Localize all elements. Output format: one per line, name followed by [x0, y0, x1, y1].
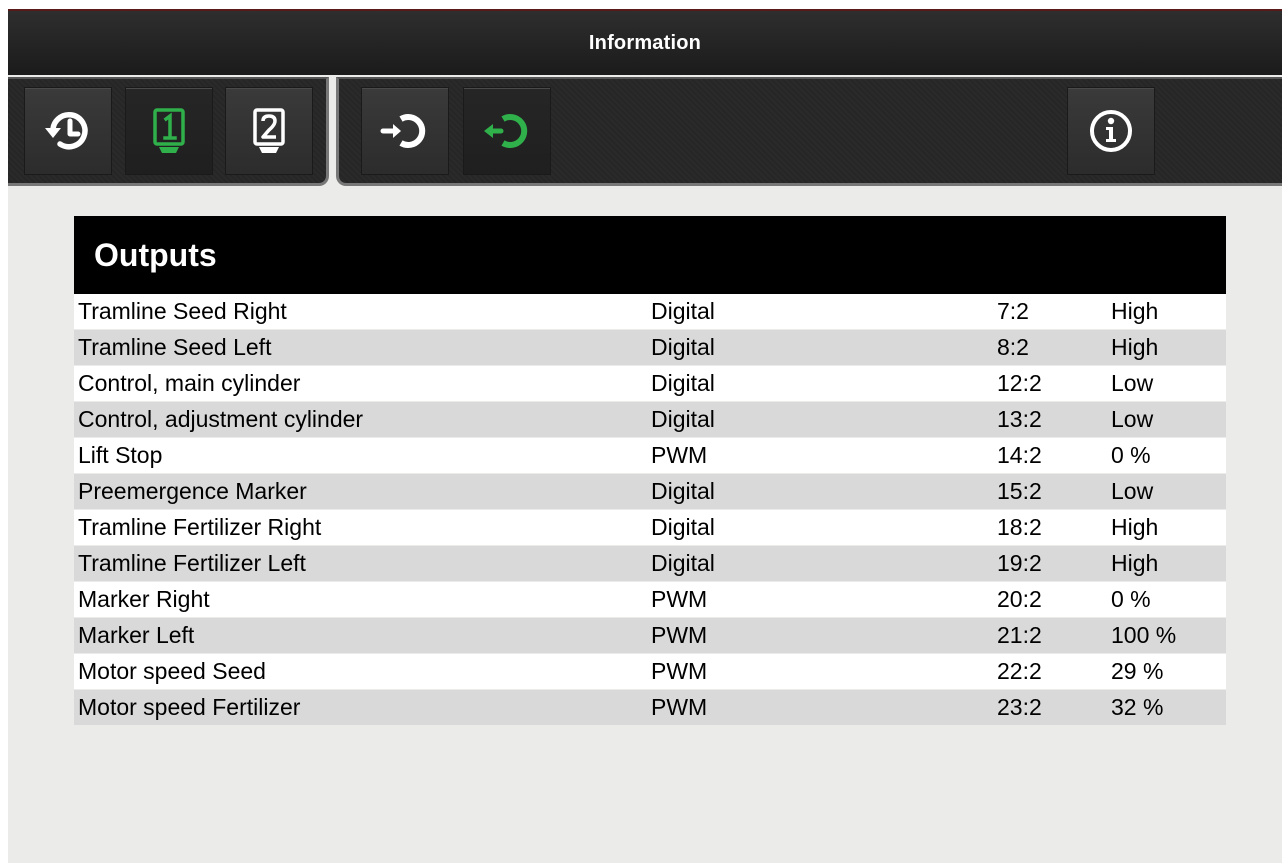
- output-type: Digital: [647, 545, 993, 582]
- output-name: Tramline Fertilizer Right: [74, 509, 647, 546]
- output-port: 8:2: [993, 329, 1107, 366]
- output-value: High: [1107, 294, 1226, 330]
- output-type: Digital: [647, 365, 993, 402]
- section-header: Outputs: [74, 216, 1226, 294]
- output-value: 100 %: [1107, 617, 1226, 654]
- output-port: 14:2: [993, 437, 1107, 474]
- table-row: Tramline Seed Right Digital 7:2 High: [74, 294, 1226, 330]
- output-name: Motor speed Seed: [74, 653, 647, 690]
- output-port: 19:2: [993, 545, 1107, 582]
- app-window: Information Outputs Tramline Seed Right …: [8, 9, 1282, 863]
- output-port: 15:2: [993, 473, 1107, 510]
- info-icon: [1086, 106, 1136, 156]
- info-button[interactable]: [1067, 87, 1155, 175]
- inputs-icon: [377, 106, 433, 156]
- output-value: High: [1107, 329, 1226, 366]
- output-value: 29 %: [1107, 653, 1226, 690]
- output-type: PWM: [647, 653, 993, 690]
- output-name: Marker Right: [74, 581, 647, 618]
- ecu-2-button[interactable]: [225, 87, 313, 175]
- outputs-table: Tramline Seed Right Digital 7:2 High Tramlin…: [74, 294, 1226, 726]
- ecu-1-icon: [147, 106, 191, 156]
- title-bar: Information: [8, 11, 1282, 75]
- table-row: Tramline Fertilizer Left Digital 19:2 High: [74, 545, 1226, 582]
- output-port: 12:2: [993, 365, 1107, 402]
- outputs-panel: Outputs Tramline Seed Right Digital 7:2 Hig…: [74, 216, 1226, 726]
- output-name: Lift Stop: [74, 437, 647, 474]
- section-title: Outputs: [94, 236, 217, 273]
- output-name: Tramline Seed Left: [74, 329, 647, 366]
- output-port: 23:2: [993, 689, 1107, 726]
- toolbar: [8, 75, 1282, 186]
- output-name: Tramline Fertilizer Left: [74, 545, 647, 582]
- output-type: Digital: [647, 294, 993, 330]
- output-port: 22:2: [993, 653, 1107, 690]
- output-port: 21:2: [993, 617, 1107, 654]
- table-row: Motor speed Seed PWM 22:2 29 %: [74, 653, 1226, 690]
- output-value: High: [1107, 509, 1226, 546]
- history-button[interactable]: [24, 87, 112, 175]
- output-type: PWM: [647, 617, 993, 654]
- outputs-icon: [479, 106, 535, 156]
- table-row: Marker Right PWM 20:2 0 %: [74, 581, 1226, 618]
- history-icon: [43, 106, 93, 156]
- output-value: Low: [1107, 365, 1226, 402]
- output-type: Digital: [647, 509, 993, 546]
- output-value: 0 %: [1107, 581, 1226, 618]
- table-row: Tramline Fertilizer Right Digital 18:2 High: [74, 509, 1226, 546]
- output-value: Low: [1107, 473, 1226, 510]
- output-type: PWM: [647, 581, 993, 618]
- table-row: Control, main cylinder Digital 12:2 Low: [74, 365, 1226, 402]
- output-type: PWM: [647, 437, 993, 474]
- table-row: Tramline Seed Left Digital 8:2 High: [74, 329, 1226, 366]
- output-name: Control, main cylinder: [74, 365, 647, 402]
- output-value: 0 %: [1107, 437, 1226, 474]
- output-value: 32 %: [1107, 689, 1226, 726]
- ecu-button-group: [8, 77, 329, 186]
- output-name: Motor speed Fertilizer: [74, 689, 647, 726]
- ecu-2-icon: [247, 106, 291, 156]
- table-row: Lift Stop PWM 14:2 0 %: [74, 437, 1226, 474]
- output-port: 18:2: [993, 509, 1107, 546]
- output-type: Digital: [647, 329, 993, 366]
- inputs-button[interactable]: [361, 87, 449, 175]
- io-button-group: [336, 77, 1282, 186]
- output-name: Control, adjustment cylinder: [74, 401, 647, 438]
- output-type: Digital: [647, 401, 993, 438]
- output-name: Tramline Seed Right: [74, 294, 647, 330]
- output-port: 7:2: [993, 294, 1107, 330]
- output-value: High: [1107, 545, 1226, 582]
- output-name: Preemergence Marker: [74, 473, 647, 510]
- output-port: 20:2: [993, 581, 1107, 618]
- output-value: Low: [1107, 401, 1226, 438]
- table-row: Preemergence Marker Digital 15:2 Low: [74, 473, 1226, 510]
- output-type: PWM: [647, 689, 993, 726]
- window-title: Information: [588, 31, 702, 54]
- table-row: Motor speed Fertilizer PWM 23:2 32 %: [74, 689, 1226, 726]
- ecu-1-button[interactable]: [125, 87, 213, 175]
- output-name: Marker Left: [74, 617, 647, 654]
- output-type: Digital: [647, 473, 993, 510]
- table-row: Control, adjustment cylinder Digital 13:2 L…: [74, 401, 1226, 438]
- output-port: 13:2: [993, 401, 1107, 438]
- outputs-button[interactable]: [463, 87, 551, 175]
- table-row: Marker Left PWM 21:2 100 %: [74, 617, 1226, 654]
